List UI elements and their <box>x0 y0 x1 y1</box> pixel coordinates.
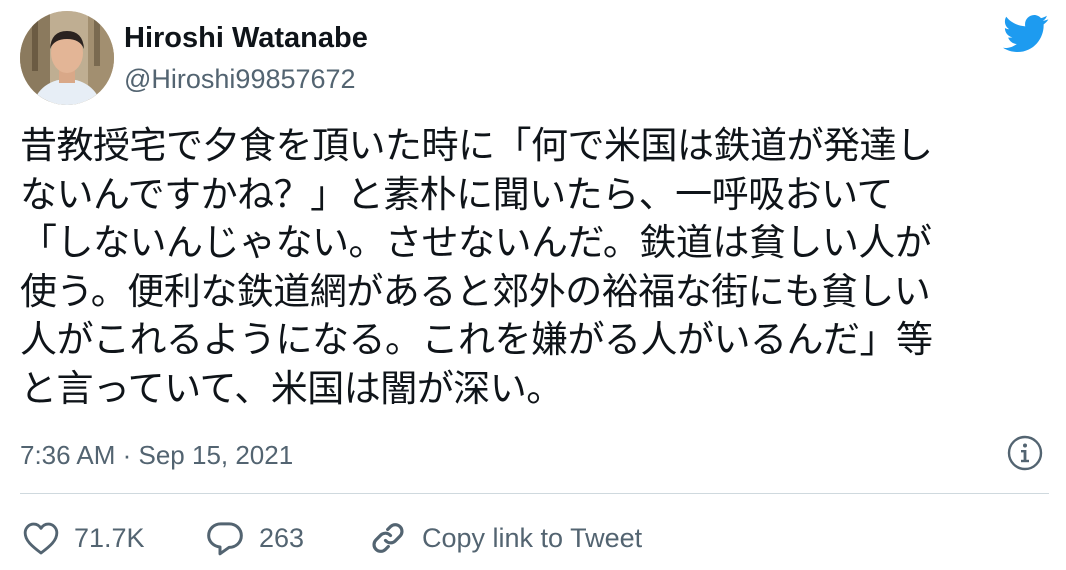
tweet-text-line: 人がこれるようになる。これを嫌がる人がいるんだ」等 <box>20 318 933 361</box>
tweet-text: 昔教授宅で夕食を頂いた時に「何で米国は鉄道が発達し ないんですかね？」と素朴に聞… <box>20 122 1040 413</box>
avatar[interactable] <box>20 11 114 105</box>
info-icon[interactable] <box>1006 434 1044 472</box>
tweet-text-line: 昔教授宅で夕食を頂いた時に「何で米国は鉄道が発達し <box>20 124 933 167</box>
tweet-text-line: と言っていて、米国は闇が深い。 <box>20 366 563 410</box>
profile-photo-icon <box>20 11 114 105</box>
twitter-bird-icon[interactable] <box>1003 14 1049 54</box>
copy-link-button[interactable]: Copy link to Tweet <box>368 516 642 560</box>
reply-bubble-icon <box>207 522 243 556</box>
user-handle[interactable]: @Hiroshi99857672 <box>124 64 356 95</box>
tweet-timestamp[interactable]: 7:36 AM · Sep 15, 2021 <box>20 440 293 471</box>
like-button[interactable]: 71.7K <box>22 516 145 560</box>
heart-icon <box>23 522 59 555</box>
like-count: 71.7K <box>74 522 145 553</box>
copy-link-label: Copy link to Tweet <box>422 522 643 553</box>
tweet-text-line: 使う。便利な鉄道網があると郊外の裕福な街にも貧しい <box>20 269 931 313</box>
link-icon <box>372 523 404 553</box>
tweet-card: Hiroshi Watanabe @Hiroshi99857672 昔教授宅で夕… <box>0 0 1066 570</box>
tweet-text-line: 「しないんじゃない。させないんだ。鉄道は貧しい人が <box>20 221 932 264</box>
reply-count: 263 <box>259 522 305 553</box>
divider <box>20 493 1049 494</box>
tweet-text-line: ないんですかね？」と素朴に聞いたら、一呼吸おいて <box>20 172 894 216</box>
reply-button[interactable]: 263 <box>205 516 304 560</box>
display-name[interactable]: Hiroshi Watanabe <box>124 22 368 55</box>
